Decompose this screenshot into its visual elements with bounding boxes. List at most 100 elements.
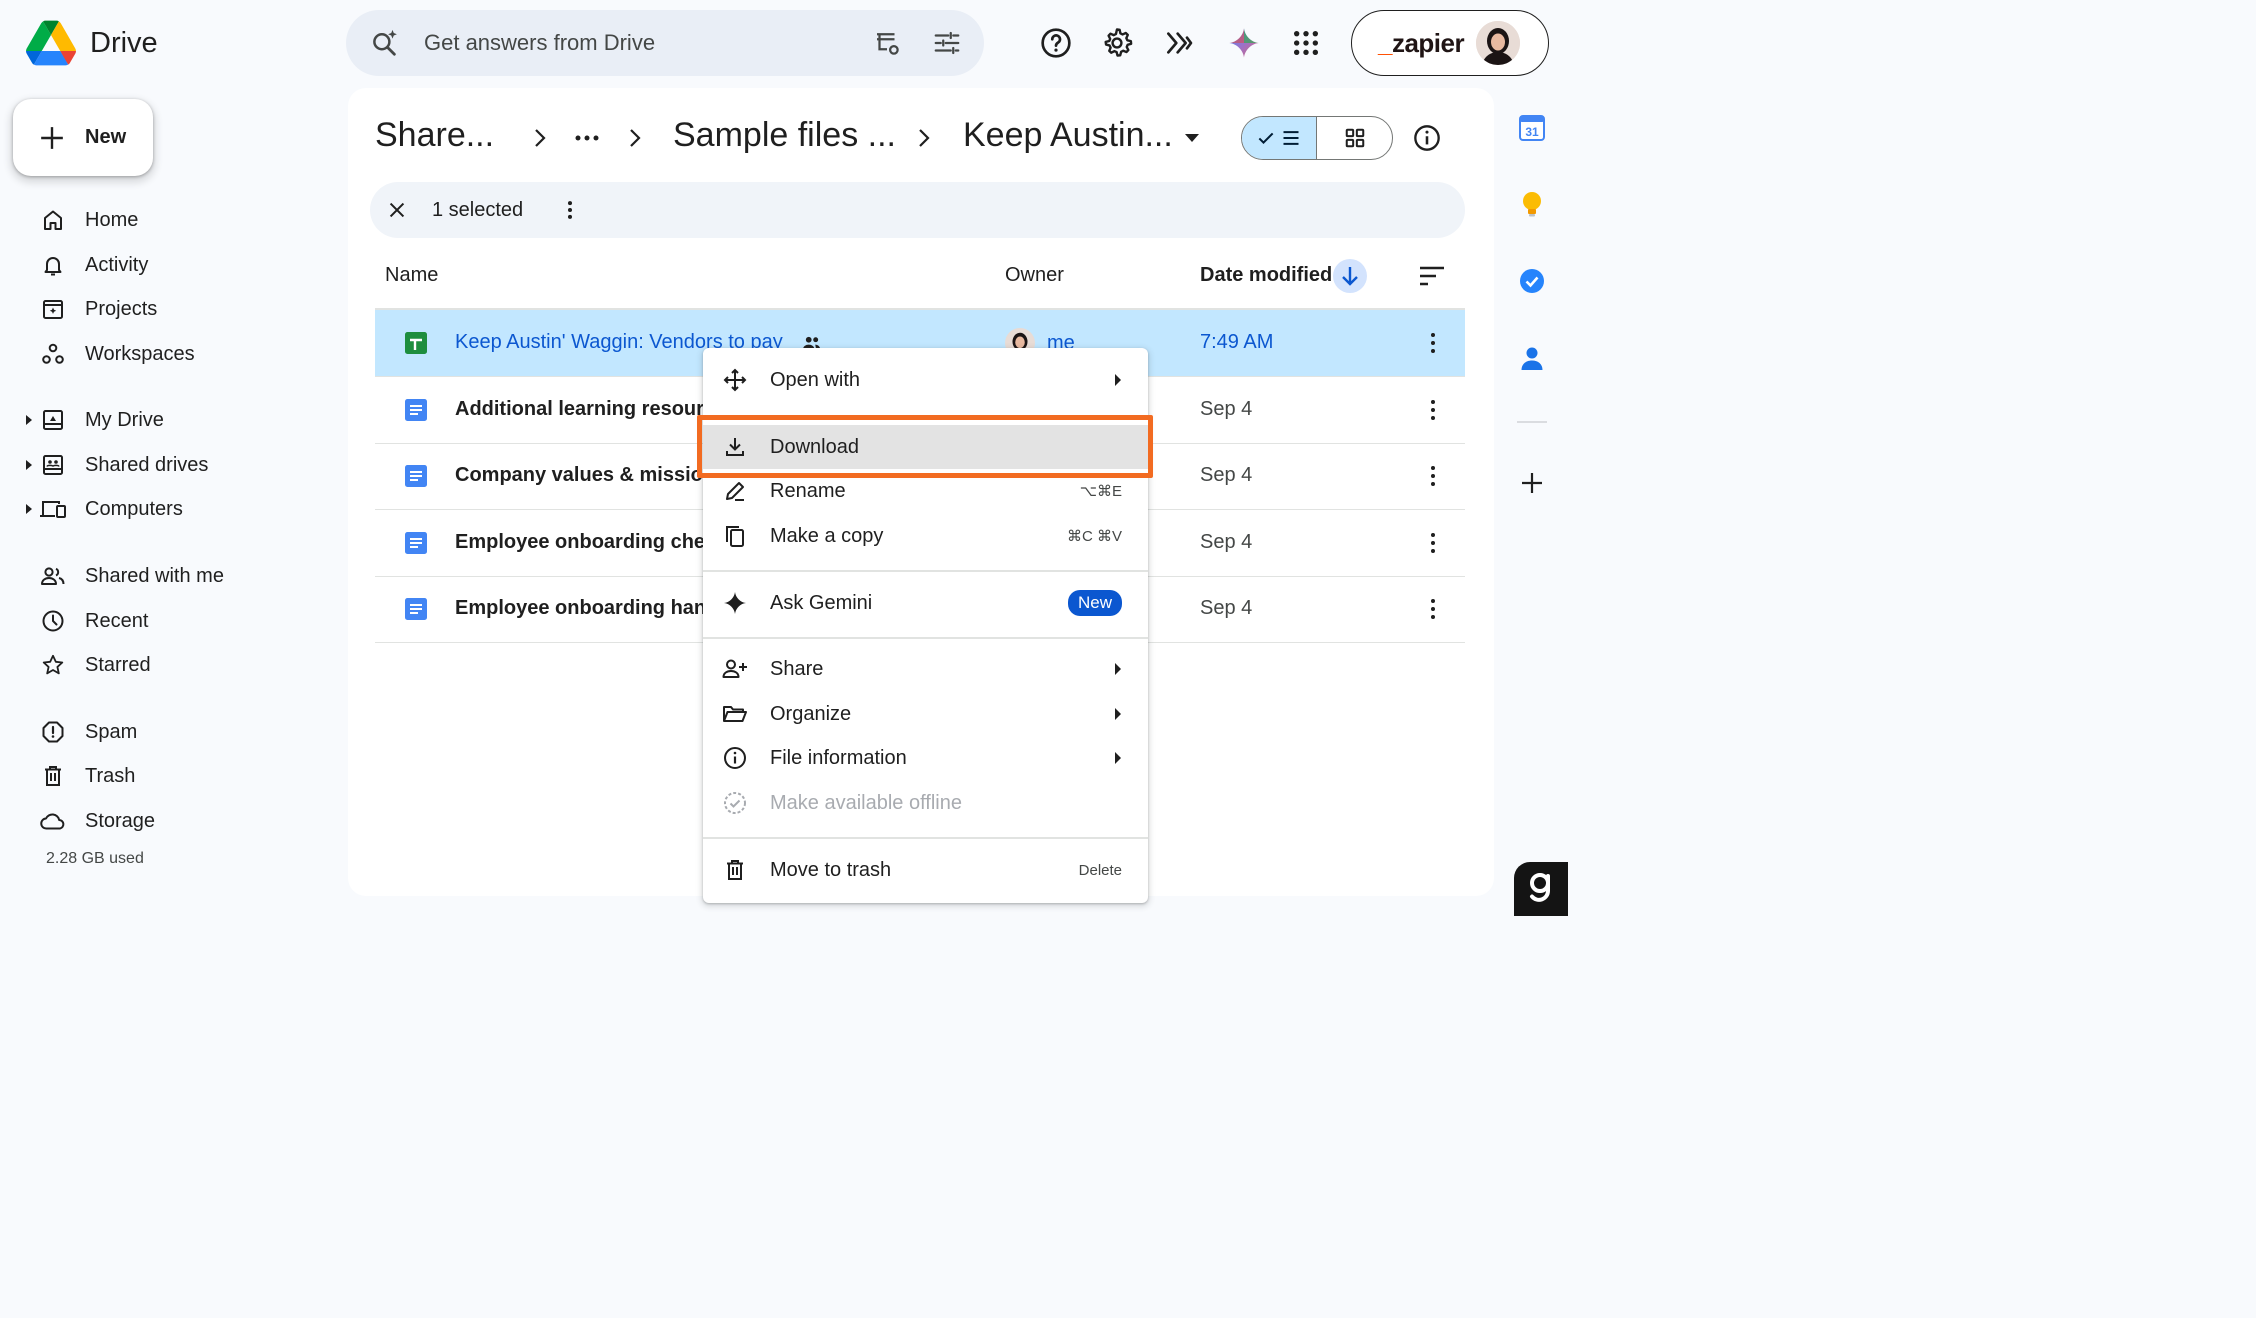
assistant-g-icon[interactable] xyxy=(1514,862,1568,916)
menu-item-open-with[interactable]: Open with xyxy=(703,358,1148,402)
nav-item-my-drive[interactable]: My Drive xyxy=(0,400,330,440)
partner-apps-icon[interactable] xyxy=(1160,24,1198,62)
folder-open-icon xyxy=(720,702,750,726)
nav-item-projects[interactable]: Projects xyxy=(0,289,330,329)
nav-item-activity[interactable]: Activity xyxy=(0,245,330,285)
breadcrumb-item-sample-files[interactable]: Sample files ... xyxy=(673,116,896,155)
google-contacts-icon[interactable] xyxy=(1514,340,1550,376)
clock-icon xyxy=(38,609,68,633)
nav-label: Trash xyxy=(85,764,136,787)
column-header-owner[interactable]: Owner xyxy=(1005,264,1064,287)
clear-selection-close-icon[interactable] xyxy=(386,199,408,221)
nav-label: Workspaces xyxy=(85,342,195,365)
search-bar[interactable] xyxy=(346,10,984,76)
rail-divider xyxy=(1517,421,1547,423)
nav-item-spam[interactable]: Spam xyxy=(0,712,330,752)
menu-item-label: Rename xyxy=(770,479,846,502)
menu-item-label: Move to trash xyxy=(770,858,892,881)
google-tasks-icon[interactable] xyxy=(1514,263,1550,299)
menu-item-move-to-trash[interactable]: Move to trash Delete xyxy=(703,848,1148,892)
nav-item-computers[interactable]: Computers xyxy=(0,489,330,529)
menu-item-ask-gemini[interactable]: Ask Gemini New xyxy=(703,581,1148,625)
svg-text:31: 31 xyxy=(1525,125,1539,139)
new-button-label: New xyxy=(85,126,127,148)
column-header-date-modified[interactable]: Date modified xyxy=(1200,264,1332,287)
expand-arrow-icon[interactable] xyxy=(24,415,34,425)
new-button[interactable]: New xyxy=(13,99,153,176)
download-highlight-outline xyxy=(697,415,1153,478)
search-options-icon[interactable] xyxy=(932,28,962,58)
shared-drives-icon xyxy=(38,453,68,477)
details-info-icon[interactable] xyxy=(1413,124,1441,152)
nav-item-starred[interactable]: Starred xyxy=(0,645,330,685)
file-modified-date: Sep 4 xyxy=(1200,597,1253,619)
menu-item-label: Open with xyxy=(770,368,861,391)
plus-icon xyxy=(39,125,65,151)
breadcrumb-current-folder[interactable]: Keep Austin... xyxy=(963,116,1173,155)
expand-arrow-icon[interactable] xyxy=(24,460,34,470)
more-actions-icon[interactable] xyxy=(559,199,581,221)
nav-label: Activity xyxy=(85,253,149,276)
shortcut-hint: ⌘C ⌘V xyxy=(1066,528,1122,545)
breadcrumb-more-icon[interactable] xyxy=(573,124,601,152)
menu-divider xyxy=(703,637,1148,639)
expand-arrow-icon[interactable] xyxy=(24,504,34,514)
trash-icon xyxy=(720,858,750,882)
view-toggle[interactable] xyxy=(1241,116,1393,160)
workspaces-icon xyxy=(38,342,68,366)
google-calendar-icon[interactable]: 31 xyxy=(1514,110,1550,146)
row-more-actions-icon[interactable] xyxy=(1423,332,1443,354)
sort-options-icon[interactable] xyxy=(1418,265,1446,287)
row-more-actions-icon[interactable] xyxy=(1423,465,1443,487)
row-more-actions-icon[interactable] xyxy=(1423,598,1443,620)
nav-item-workspaces[interactable]: Workspaces xyxy=(0,334,330,374)
menu-item-organize[interactable]: Organize xyxy=(703,692,1148,736)
nav-label: Computers xyxy=(85,497,183,520)
help-icon[interactable] xyxy=(1037,24,1075,62)
account-switcher[interactable]: _zapier xyxy=(1351,10,1549,76)
menu-item-label: Share xyxy=(770,657,824,680)
row-more-actions-icon[interactable] xyxy=(1423,532,1443,554)
get-add-ons-plus-icon[interactable] xyxy=(1514,465,1550,501)
google-keep-icon[interactable] xyxy=(1514,186,1550,222)
menu-item-share[interactable]: Share xyxy=(703,647,1148,691)
nav-item-shared-drives[interactable]: Shared drives xyxy=(0,445,330,485)
nav-item-recent[interactable]: Recent xyxy=(0,601,330,641)
gemini-icon[interactable] xyxy=(1225,24,1263,62)
spam-icon xyxy=(38,720,68,744)
grid-view-button[interactable] xyxy=(1317,117,1392,159)
menu-item-label: Ask Gemini xyxy=(770,591,873,614)
drive-search-settings-icon[interactable] xyxy=(872,28,902,58)
sort-arrow-down-icon[interactable] xyxy=(1333,259,1367,293)
column-header-name[interactable]: Name xyxy=(385,264,438,287)
nav-label: Home xyxy=(85,208,139,231)
drive-logo-icon xyxy=(26,20,76,66)
nav-item-home[interactable]: Home xyxy=(0,200,330,240)
settings-gear-icon[interactable] xyxy=(1098,24,1136,62)
search-input[interactable] xyxy=(424,30,872,56)
google-docs-icon xyxy=(404,531,428,555)
row-more-actions-icon[interactable] xyxy=(1423,399,1443,421)
nav-label: Shared with me xyxy=(85,564,224,587)
menu-item-label: Make available offline xyxy=(770,791,962,814)
projects-icon xyxy=(38,297,68,321)
list-view-button[interactable] xyxy=(1242,117,1317,159)
file-modified-date: 7:49 AM xyxy=(1200,331,1274,353)
list-icon xyxy=(1283,131,1299,145)
bell-icon xyxy=(38,253,68,277)
shortcut-hint: ⌥⌘E xyxy=(1079,483,1122,500)
drive-logo[interactable]: Drive xyxy=(26,20,158,66)
nav-item-storage[interactable]: Storage xyxy=(0,801,330,841)
google-apps-grid-icon[interactable] xyxy=(1287,24,1325,62)
menu-item-make-copy[interactable]: Make a copy ⌘C ⌘V xyxy=(703,514,1148,558)
breadcrumb-item-shared[interactable]: Share... xyxy=(375,116,494,155)
nav-label: Starred xyxy=(85,653,151,676)
nav-item-trash[interactable]: Trash xyxy=(0,756,330,796)
zapier-logo: _zapier xyxy=(1378,27,1465,58)
grid-icon xyxy=(1345,128,1364,148)
caret-down-icon[interactable] xyxy=(1183,130,1201,146)
menu-item-file-information[interactable]: File information xyxy=(703,736,1148,780)
file-name: Company values & mission xyxy=(455,464,716,486)
google-sheets-icon xyxy=(404,331,428,355)
nav-item-shared-with-me[interactable]: Shared with me xyxy=(0,556,330,596)
